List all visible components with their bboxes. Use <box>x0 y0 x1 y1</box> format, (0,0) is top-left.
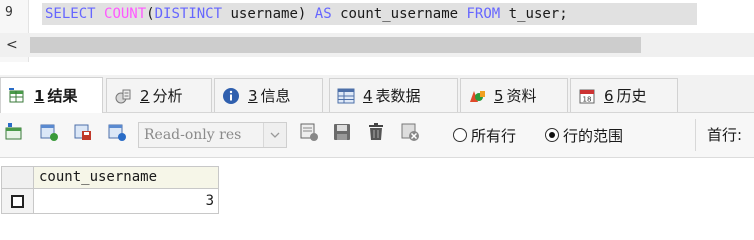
row-range-radio[interactable]: 行的范围 <box>545 124 623 146</box>
svg-text:18: 18 <box>583 95 592 103</box>
export-icon <box>299 122 319 146</box>
sql-token: count_username <box>340 6 467 22</box>
table-cell[interactable]: 3 <box>34 189 219 214</box>
sql-token: SELECT <box>45 6 105 22</box>
tab-label: 资料 <box>506 87 537 105</box>
duplicate-row-button[interactable] <box>38 123 60 145</box>
insert-row-icon <box>4 122 24 146</box>
result-mode-select[interactable]: Read-only res <box>138 122 287 148</box>
result-icon <box>8 87 26 105</box>
chevron-down-icon[interactable] <box>263 123 286 147</box>
export-button[interactable] <box>298 123 320 145</box>
tab-number: 6 <box>604 86 614 105</box>
delete-rows-button[interactable] <box>106 123 128 145</box>
history-icon: 18 <box>578 87 596 105</box>
tab-label: 历史 <box>616 87 647 105</box>
sql-token: AS <box>314 6 341 22</box>
row-selector[interactable] <box>1 189 34 214</box>
radio-dot-selected <box>545 128 559 142</box>
toolbar-divider <box>695 119 696 151</box>
result-grid[interactable]: count_username 3 <box>0 166 754 222</box>
scrollbar-thumb[interactable] <box>30 37 641 53</box>
sql-token: FROM <box>466 6 509 22</box>
tab-label: 表数据 <box>375 87 421 105</box>
tab-chart-info[interactable]: 5 资料 <box>460 78 568 112</box>
table-data-icon <box>337 87 355 105</box>
tab-number: 4 <box>363 86 373 105</box>
tab-profile[interactable]: 2 分析 <box>106 78 212 112</box>
tab-result[interactable]: 1 结果 <box>0 77 103 113</box>
all-rows-label: 所有行 <box>471 126 517 145</box>
profile-icon <box>114 87 132 105</box>
result-tab-bar: 1 结果 2 分析 3 信息 4 表数据 5 资料 18 6 历史 <box>0 75 754 113</box>
save-rows-icon <box>73 122 93 146</box>
tab-number: 5 <box>494 86 504 105</box>
horizontal-scrollbar[interactable]: < <box>0 33 754 57</box>
column-header[interactable]: count_username <box>34 166 219 189</box>
delete-rows-icon <box>107 122 127 146</box>
floppy-disk-icon <box>332 122 352 146</box>
tab-history[interactable]: 18 6 历史 <box>570 78 678 112</box>
trash-icon <box>366 122 386 146</box>
delete-button[interactable] <box>365 123 387 145</box>
duplicate-row-icon <box>39 122 59 146</box>
tab-table-data[interactable]: 4 表数据 <box>329 78 458 112</box>
sql-token: DISTINCT <box>154 6 231 22</box>
chart-info-icon <box>468 87 486 105</box>
sql-token: ( <box>146 6 155 22</box>
sql-editor[interactable]: 9 SELECT COUNT(DISTINCT username) AS cou… <box>0 0 754 62</box>
sql-code-line[interactable]: SELECT COUNT(DISTINCT username) AS count… <box>42 3 697 25</box>
radio-dot <box>453 128 467 142</box>
all-rows-radio[interactable]: 所有行 <box>453 124 516 146</box>
tab-number: 3 <box>248 86 258 105</box>
sql-token: COUNT <box>104 6 147 22</box>
save-rows-button[interactable] <box>72 123 94 145</box>
tab-number: 2 <box>140 86 150 105</box>
grid-corner[interactable] <box>1 166 34 189</box>
line-number: 9 <box>5 5 13 20</box>
tab-label: 结果 <box>47 87 78 105</box>
tab-number: 1 <box>34 86 45 105</box>
tab-info[interactable]: 3 信息 <box>214 78 323 112</box>
scroll-left-arrow[interactable]: < <box>6 33 20 57</box>
cancel-changes-button[interactable] <box>399 123 421 145</box>
result-toolbar: Read-only res 所有行 行的范围 首行: <box>0 113 754 158</box>
row-range-label: 行的范围 <box>563 126 624 145</box>
tab-label: 分析 <box>152 87 183 105</box>
first-row-label: 首行: <box>707 126 743 144</box>
sql-token: username) <box>230 6 315 22</box>
row-checkbox[interactable] <box>11 194 24 208</box>
sql-token: t_user; <box>508 6 568 22</box>
save-button[interactable] <box>331 123 353 145</box>
insert-row-button[interactable] <box>3 123 25 145</box>
cancel-changes-icon <box>400 122 420 146</box>
info-icon <box>222 87 240 105</box>
tab-label: 信息 <box>260 87 291 105</box>
result-mode-value: Read-only res <box>144 127 242 143</box>
